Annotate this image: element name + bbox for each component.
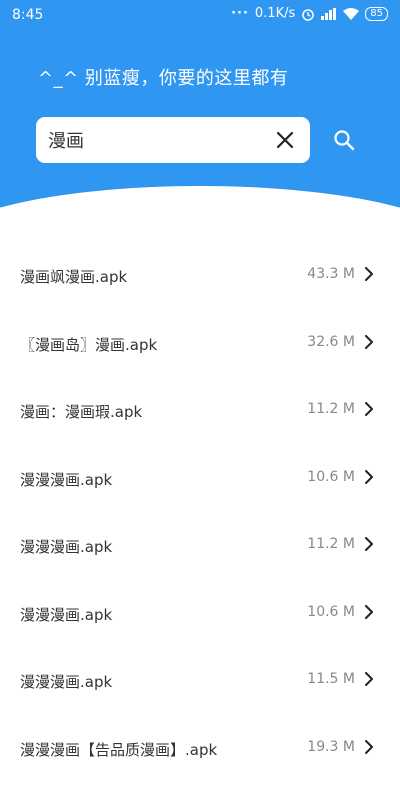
chevron-right-icon: [365, 469, 373, 484]
file-size: 11.2 M: [307, 536, 355, 552]
file-size: 19.3 M: [307, 738, 355, 755]
chevron-right-icon: [365, 334, 373, 349]
net-speed: 0.1K/s: [254, 6, 296, 21]
file-name: 漫漫漫画【告品质漫画】.apk: [20, 740, 218, 759]
file-name: 〖漫画岛〗漫画.apk: [20, 335, 158, 354]
file-row[interactable]: 漫画：漫画瑕.apk 11.2 M: [0, 375, 400, 443]
file-row[interactable]: 漫漫漫画.apk 11.5 M: [0, 645, 400, 713]
battery-icon: 85: [365, 6, 388, 21]
file-row[interactable]: 漫漫漫画.apk 11.2 M: [0, 510, 400, 578]
status-time: 8:45: [12, 7, 44, 23]
search-icon[interactable]: [332, 128, 356, 152]
chevron-right-icon: [365, 402, 373, 416]
file-row[interactable]: 漫漫漫画【告品质漫画】.apk 19.3 M: [0, 713, 400, 781]
file-name: 漫漫漫画.apk: [20, 538, 113, 556]
chevron-right-icon: [365, 604, 373, 619]
file-row[interactable]: 〖漫画岛〗漫画.apk 32.6 M: [0, 308, 400, 376]
file-row[interactable]: 漫画飒漫画.apk 43.3 M: [0, 240, 400, 308]
file-size: 11.5 M: [307, 671, 355, 687]
file-list: 漫画飒漫画.apk 43.3 M 〖漫画岛〗漫画.apk 32.6 M 漫画：漫画瑕.a…: [0, 240, 400, 780]
file-name: 漫漫漫画.apk: [20, 470, 113, 489]
chevron-right-icon: [365, 537, 373, 551]
file-name: 漫画飒漫画.apk: [20, 268, 128, 286]
header-banner: [0, 0, 400, 216]
header-slogan: ^_^ 别蓝瘦，你要的这里都有: [38, 68, 289, 89]
file-row[interactable]: 漫漫漫画.apk 10.6 M: [0, 443, 400, 511]
status-bar: 8:45 ··· 0.1K/s 85: [0, 0, 400, 30]
file-size: 10.6 M: [307, 468, 355, 485]
file-row[interactable]: 漫漫漫画.apk 10.6 M: [0, 578, 400, 646]
header-curve: [0, 186, 400, 216]
wifi-icon: [343, 7, 360, 20]
chevron-right-icon: [365, 672, 373, 686]
file-size: 11.2 M: [307, 401, 355, 417]
file-name: 漫画：漫画瑕.apk: [20, 403, 143, 421]
search-input[interactable]: 漫画: [36, 117, 310, 163]
file-size: 32.6 M: [307, 333, 355, 350]
file-name: 漫漫漫画.apk: [20, 605, 113, 624]
clear-icon[interactable]: [274, 129, 296, 151]
more-dots-icon: ···: [231, 6, 249, 21]
status-right: ··· 0.1K/s 85: [231, 6, 388, 21]
alarm-icon: [302, 8, 315, 21]
chevron-right-icon: [365, 739, 373, 754]
search-query[interactable]: 漫画: [48, 127, 274, 153]
signal-icon: [321, 7, 337, 20]
file-size: 43.3 M: [307, 266, 355, 282]
file-name: 漫漫漫画.apk: [20, 673, 113, 691]
file-size: 10.6 M: [307, 603, 355, 620]
chevron-right-icon: [365, 267, 373, 281]
